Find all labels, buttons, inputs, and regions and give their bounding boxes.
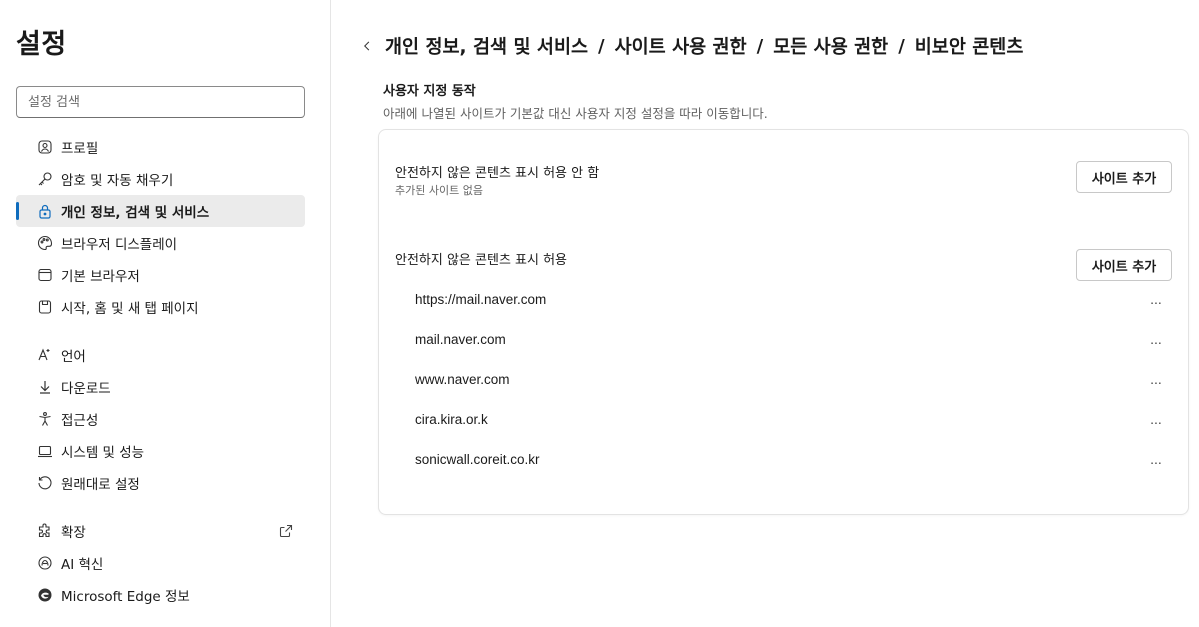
site-url: sonicwall.coreit.co.kr [415, 452, 540, 467]
breadcrumb-item-insecure-content: 비보안 콘텐츠 [914, 37, 1024, 58]
download-icon [37, 379, 53, 395]
allow-list-title: 안전하지 않은 콘텐츠 표시 허용 [395, 253, 568, 268]
section-description: 아래에 나열된 사이트가 기본값 대신 사용자 지정 설정을 따라 이동합니다. [383, 106, 768, 121]
site-url: cira.kira.or.k [415, 412, 488, 427]
reset-icon [37, 475, 53, 491]
sidebar-item-label: 기본 브라우저 [61, 269, 140, 285]
list-item: https://mail.naver.com ... [379, 281, 1188, 321]
add-allowed-site-button[interactable]: 사이트 추가 [1076, 249, 1172, 281]
sidebar-nav: 프로필 암호 및 자동 채우기 개인 정보, 검색 및 서비스 브라우저 디스플… [16, 131, 305, 611]
sidebar-item-accessibility[interactable]: 접근성 [16, 403, 305, 435]
chevron-left-icon [364, 41, 370, 51]
sidebar-item-default-browser[interactable]: 기본 브라우저 [16, 259, 305, 291]
breadcrumb-item-site-permissions[interactable]: 사이트 사용 권한 [615, 33, 747, 59]
sidebar-item-privacy[interactable]: 개인 정보, 검색 및 서비스 [16, 195, 305, 227]
sidebar-item-label: 언어 [61, 349, 86, 365]
breadcrumb-separator: / [598, 35, 605, 57]
sidebar-item-about-edge[interactable]: Microsoft Edge 정보 [16, 579, 305, 611]
sidebar-item-label: 개인 정보, 검색 및 서비스 [61, 205, 210, 221]
custom-behavior-header: 사용자 지정 동작 아래에 나열된 사이트가 기본값 대신 사용자 지정 설정을… [383, 80, 768, 122]
sidebar-item-label: 시작, 홈 및 새 탭 페이지 [61, 301, 199, 317]
main-content: 개인 정보, 검색 및 서비스 / 사이트 사용 권한 / 모든 사용 권한 /… [331, 0, 1199, 627]
ai-icon [37, 555, 53, 571]
settings-sidebar: 설정 프로필 암호 및 자동 채우기 개인 정보, 검색 및 서비스 [0, 0, 331, 627]
back-button[interactable] [361, 33, 383, 59]
sidebar-item-extensions[interactable]: 확장 [16, 515, 305, 547]
more-options-button[interactable]: ... [1144, 327, 1168, 351]
list-item: sonicwall.coreit.co.kr ... [379, 441, 1188, 481]
site-url: https://mail.naver.com [415, 292, 547, 307]
breadcrumb-separator: / [898, 35, 905, 57]
sidebar-item-system[interactable]: 시스템 및 성능 [16, 435, 305, 467]
external-link-icon [278, 523, 294, 539]
breadcrumb-item-all-permissions[interactable]: 모든 사용 권한 [773, 33, 888, 59]
list-item: cira.kira.or.k ... [379, 401, 1188, 441]
list-item: mail.naver.com ... [379, 321, 1188, 361]
sidebar-item-ai-innovation[interactable]: AI 혁신 [16, 547, 305, 579]
site-url: www.naver.com [415, 372, 510, 387]
sidebar-item-label: AI 혁신 [61, 557, 104, 573]
more-options-button[interactable]: ... [1144, 367, 1168, 391]
sidebar-item-label: 다운로드 [61, 381, 111, 397]
language-icon [37, 347, 53, 363]
breadcrumb-separator: / [756, 35, 764, 57]
sidebar-item-label: 프로필 [61, 141, 99, 157]
home-tabs-icon [37, 299, 53, 315]
edge-icon [37, 587, 53, 603]
sidebar-item-passwords[interactable]: 암호 및 자동 채우기 [16, 163, 305, 195]
sidebar-item-reset[interactable]: 원래대로 설정 [16, 467, 305, 499]
puzzle-icon [37, 523, 53, 539]
sidebar-item-label: Microsoft Edge 정보 [61, 589, 190, 605]
laptop-icon [37, 443, 53, 459]
more-options-button[interactable]: ... [1144, 447, 1168, 471]
more-options-button[interactable]: ... [1144, 287, 1168, 311]
sidebar-item-appearance[interactable]: 브라우저 디스플레이 [16, 227, 305, 259]
nav-gap [16, 323, 305, 339]
sidebar-item-label: 원래대로 설정 [61, 477, 140, 493]
sidebar-item-label: 확장 [61, 525, 86, 541]
settings-search-box[interactable] [16, 86, 305, 118]
lock-icon [37, 203, 53, 219]
nav-gap [16, 499, 305, 515]
custom-behavior-card: 안전하지 않은 콘텐츠 표시 허용 안 함 추가된 사이트 없음 사이트 추가 … [378, 129, 1189, 515]
breadcrumb: 개인 정보, 검색 및 서비스 / 사이트 사용 권한 / 모든 사용 권한 /… [361, 33, 1023, 59]
sidebar-item-label: 시스템 및 성능 [61, 445, 145, 461]
block-list-title: 안전하지 않은 콘텐츠 표시 허용 안 함 [395, 166, 600, 181]
sidebar-item-start-home[interactable]: 시작, 홈 및 새 탭 페이지 [16, 291, 305, 323]
sidebar-item-languages[interactable]: 언어 [16, 339, 305, 371]
key-icon [37, 171, 53, 187]
sidebar-item-label: 브라우저 디스플레이 [61, 237, 178, 253]
accessibility-icon [37, 411, 53, 427]
profile-icon [37, 139, 53, 155]
sidebar-item-profile[interactable]: 프로필 [16, 131, 305, 163]
site-url: mail.naver.com [415, 332, 506, 347]
add-blocked-site-button[interactable]: 사이트 추가 [1076, 161, 1172, 193]
browser-icon [37, 267, 53, 283]
sidebar-item-label: 접근성 [61, 413, 99, 429]
sidebar-item-downloads[interactable]: 다운로드 [16, 371, 305, 403]
more-options-button[interactable]: ... [1144, 407, 1168, 431]
breadcrumb-item-privacy[interactable]: 개인 정보, 검색 및 서비스 [385, 33, 588, 59]
block-list-empty-text: 추가된 사이트 없음 [395, 184, 483, 197]
section-title: 사용자 지정 동작 [383, 84, 476, 99]
settings-search-input[interactable] [17, 87, 304, 117]
list-item: www.naver.com ... [379, 361, 1188, 401]
sidebar-item-label: 암호 및 자동 채우기 [61, 173, 174, 189]
sidebar-title: 설정 [16, 29, 67, 60]
palette-icon [37, 235, 53, 251]
